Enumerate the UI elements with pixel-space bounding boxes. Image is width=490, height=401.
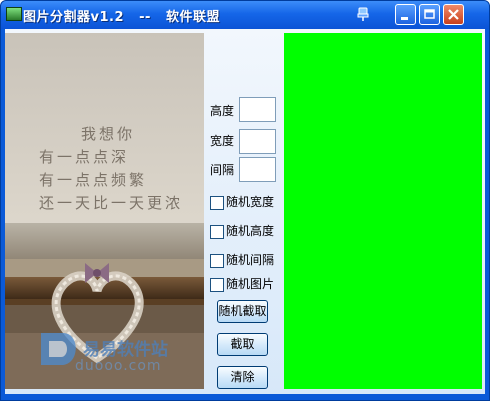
poem-line: 还一天比一天更浓 (39, 194, 184, 212)
cut-button[interactable]: 截取 (217, 333, 268, 356)
random-height-checkbox[interactable]: 随机高度 (210, 222, 275, 239)
width-input[interactable] (239, 129, 276, 154)
app-icon (6, 7, 22, 21)
minimize-icon (401, 17, 408, 20)
close-icon (448, 9, 459, 20)
poem-line: 有一点点频繁 (39, 171, 148, 189)
client-area: 我想你 有一点点深 有一点点频繁 还一天比一天更浓 易易软件站 duooo.co… (5, 29, 485, 394)
height-input[interactable] (239, 97, 276, 122)
random-cut-button[interactable]: 随机截取 (217, 300, 268, 323)
checkbox-label: 随机间隔 (226, 253, 275, 267)
checkbox-box[interactable] (210, 277, 224, 292)
checkbox-box[interactable] (210, 224, 224, 239)
width-label: 宽度 (210, 134, 235, 148)
poem-line: 我想你 (81, 125, 136, 143)
pin-icon[interactable] (357, 7, 369, 22)
minimize-button[interactable] (395, 4, 416, 25)
random-interval-checkbox[interactable]: 随机间隔 (210, 251, 275, 268)
app-window: 图片分割器v1.2 -- 软件联盟 我想你 有一点点深 有一点点频繁 还一天比一… (0, 0, 490, 401)
interval-input[interactable] (239, 157, 276, 182)
title-bar[interactable]: 图片分割器v1.2 -- 软件联盟 (1, 1, 489, 29)
checkbox-label: 随机高度 (226, 224, 275, 238)
poem-line: 有一点点深 (39, 148, 130, 166)
watermark-text: 易易软件站 (83, 340, 168, 360)
maximize-button[interactable] (419, 4, 440, 25)
checkbox-box[interactable] (210, 253, 224, 268)
close-button[interactable] (443, 4, 464, 25)
checkbox-box[interactable] (210, 195, 224, 210)
window-title: 图片分割器v1.2 -- 软件联盟 (23, 10, 220, 25)
random-width-checkbox[interactable]: 随机宽度 (210, 193, 275, 210)
maximize-icon (424, 9, 435, 19)
random-picture-checkbox[interactable]: 随机图片 (210, 275, 275, 292)
interval-label: 间隔 (210, 163, 235, 177)
preview-panel (284, 33, 482, 389)
poem-text: 我想你 有一点点深 有一点点频繁 还一天比一天更浓 (39, 123, 183, 215)
watermark-url: duooo.com (75, 358, 162, 374)
height-label: 高度 (210, 104, 235, 118)
clear-button[interactable]: 清除 (217, 366, 268, 389)
source-picture[interactable]: 我想你 有一点点深 有一点点频繁 还一天比一天更浓 易易软件站 duooo.co… (5, 33, 204, 389)
checkbox-label: 随机图片 (226, 277, 275, 291)
checkbox-label: 随机宽度 (226, 195, 275, 209)
